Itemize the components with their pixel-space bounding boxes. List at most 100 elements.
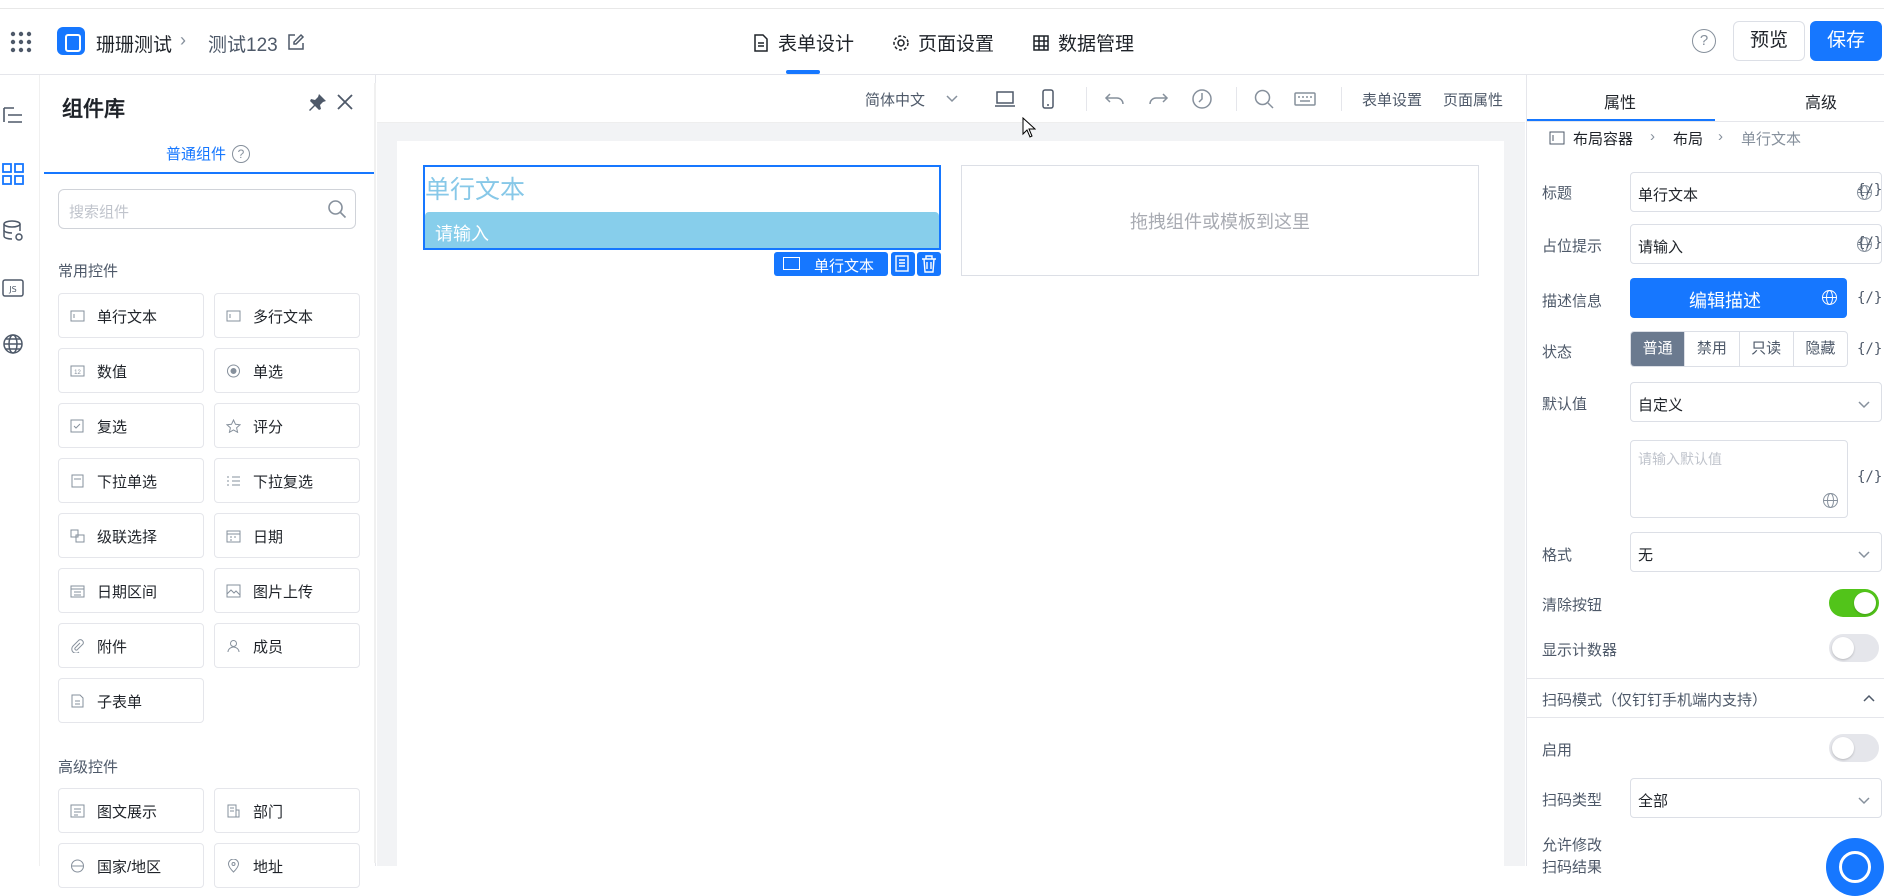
text-field-icon bbox=[70, 310, 85, 322]
app-header: 珊珊测试 › 测试123 表单设计 页面设置 数据管理 ? 预览 保存 bbox=[0, 9, 1884, 75]
chevron-down-icon bbox=[1858, 401, 1870, 409]
tab-properties[interactable]: 属性 bbox=[1604, 89, 1636, 113]
js-icon[interactable]: JS bbox=[2, 277, 28, 303]
component-search-input[interactable]: 搜索组件 bbox=[58, 189, 356, 229]
globe-icon[interactable] bbox=[2, 333, 28, 359]
globe-icon[interactable] bbox=[1822, 492, 1839, 509]
component-date-range[interactable]: 日期区间 bbox=[58, 568, 204, 613]
tab-data-management[interactable]: 数据管理 bbox=[1032, 29, 1134, 56]
preview-button[interactable]: 预览 bbox=[1733, 21, 1805, 61]
drop-zone[interactable]: 拖拽组件或模板到这里 bbox=[961, 165, 1479, 276]
clear-button-toggle[interactable] bbox=[1829, 589, 1879, 617]
component-attachment[interactable]: 附件 bbox=[58, 623, 204, 668]
component-department[interactable]: 部门 bbox=[214, 788, 360, 833]
allow-edit-label-line1: 允许修改 bbox=[1542, 837, 1603, 854]
breadcrumb-layout-container[interactable]: 布局容器 bbox=[1573, 128, 1633, 149]
globe-icon[interactable] bbox=[1821, 289, 1838, 306]
edit-icon[interactable] bbox=[287, 33, 305, 51]
breadcrumb-current: 单行文本 bbox=[1741, 131, 1802, 148]
fx-binding-button[interactable]: {/} bbox=[1857, 341, 1882, 357]
component-label: 下拉单选 bbox=[97, 474, 158, 491]
app-grid-icon[interactable] bbox=[10, 31, 32, 53]
chevron-right-icon: › bbox=[180, 30, 186, 50]
mobile-icon[interactable] bbox=[1037, 88, 1059, 110]
state-normal[interactable]: 普通 bbox=[1631, 332, 1686, 366]
component-radio[interactable]: 单选 bbox=[214, 348, 360, 393]
undo-icon[interactable] bbox=[1104, 88, 1126, 110]
edit-description-button[interactable]: 编辑描述 bbox=[1630, 278, 1847, 318]
calendar-range-icon bbox=[70, 585, 85, 598]
language-select[interactable]: 简体中文 bbox=[865, 89, 925, 110]
components-icon[interactable] bbox=[2, 163, 28, 189]
title-input[interactable]: 单行文本 bbox=[1630, 172, 1882, 212]
format-select[interactable]: 无 bbox=[1630, 532, 1882, 572]
state-readonly[interactable]: 只读 bbox=[1740, 332, 1794, 366]
state-hidden[interactable]: 隐藏 bbox=[1794, 332, 1847, 366]
tab-form-design[interactable]: 表单设计 bbox=[752, 29, 854, 56]
selected-field-single-line-text[interactable]: 单行文本 请输入 bbox=[423, 165, 941, 250]
component-date[interactable]: 日期 bbox=[214, 513, 360, 558]
tab-basic-components[interactable]: 普通组件 ? bbox=[166, 143, 251, 164]
form-settings-link[interactable]: 表单设置 bbox=[1362, 89, 1422, 110]
default-value-textarea[interactable]: 请输入默认值 bbox=[1630, 440, 1848, 518]
drop-hint: 拖拽组件或模板到这里 bbox=[1130, 212, 1310, 232]
search-icon[interactable] bbox=[1253, 88, 1275, 110]
fx-binding-button[interactable]: {/} bbox=[1857, 235, 1882, 251]
outline-icon[interactable] bbox=[2, 105, 28, 131]
breadcrumb-layout[interactable]: 布局 bbox=[1673, 128, 1703, 149]
pin-icon[interactable] bbox=[307, 93, 327, 113]
library-scrollbar[interactable] bbox=[374, 83, 376, 863]
component-label: 附件 bbox=[97, 639, 128, 656]
counter-toggle[interactable] bbox=[1829, 634, 1879, 662]
chevron-down-icon[interactable] bbox=[945, 91, 959, 105]
component-member[interactable]: 成员 bbox=[214, 623, 360, 668]
scan-mode-section-header[interactable]: 扫码模式（仅钉钉手机端内支持） bbox=[1527, 678, 1884, 718]
field-title[interactable]: 单行文本 bbox=[425, 170, 525, 206]
close-icon[interactable] bbox=[336, 93, 354, 111]
help-icon[interactable]: ? bbox=[232, 144, 251, 163]
app-name[interactable]: 珊珊测试 bbox=[96, 30, 172, 57]
tab-page-settings[interactable]: 页面设置 bbox=[892, 29, 994, 56]
component-select[interactable]: 下拉单选 bbox=[58, 458, 204, 503]
chevron-right-icon: › bbox=[1650, 128, 1655, 145]
component-subform[interactable]: 子表单 bbox=[58, 678, 204, 723]
scan-enable-toggle[interactable] bbox=[1829, 734, 1879, 762]
star-icon bbox=[226, 419, 241, 433]
window-top-strip bbox=[0, 0, 1884, 9]
history-icon[interactable] bbox=[1191, 88, 1213, 110]
datasource-icon[interactable] bbox=[2, 220, 28, 246]
desktop-icon[interactable] bbox=[994, 88, 1016, 110]
field-input[interactable]: 请输入 bbox=[425, 212, 939, 248]
search-placeholder: 搜索组件 bbox=[69, 204, 130, 221]
title-value: 单行文本 bbox=[1638, 187, 1699, 204]
tab-advanced[interactable]: 高级 bbox=[1805, 89, 1837, 113]
component-multi-select[interactable]: 下拉复选 bbox=[214, 458, 360, 503]
page-properties-link[interactable]: 页面属性 bbox=[1443, 89, 1503, 110]
redo-icon[interactable] bbox=[1147, 88, 1169, 110]
default-mode-select[interactable]: 自定义 bbox=[1630, 382, 1882, 422]
component-rating[interactable]: 评分 bbox=[214, 403, 360, 448]
field-type-tag[interactable]: 单行文本 bbox=[774, 252, 888, 276]
scan-type-select[interactable]: 全部 bbox=[1630, 778, 1882, 818]
default-value-placeholder: 请输入默认值 bbox=[1638, 451, 1722, 467]
component-image-upload[interactable]: 图片上传 bbox=[214, 568, 360, 613]
component-label: 评分 bbox=[253, 419, 284, 436]
fx-binding-button[interactable]: {/} bbox=[1857, 290, 1882, 306]
copy-field-button[interactable] bbox=[891, 252, 915, 276]
assistant-float-button[interactable] bbox=[1826, 838, 1884, 896]
help-icon[interactable]: ? bbox=[1692, 29, 1716, 53]
placeholder-input[interactable]: 请输入 bbox=[1630, 224, 1882, 264]
component-checkbox[interactable]: 复选 bbox=[58, 403, 204, 448]
component-single-line-text[interactable]: 单行文本 bbox=[58, 293, 204, 338]
component-rich-display[interactable]: 图文展示 bbox=[58, 788, 204, 833]
fx-binding-button[interactable]: {/} bbox=[1857, 469, 1882, 485]
state-disabled[interactable]: 禁用 bbox=[1685, 332, 1740, 366]
component-multi-line-text[interactable]: 多行文本 bbox=[214, 293, 360, 338]
component-cascade[interactable]: 级联选择 bbox=[58, 513, 204, 558]
page-name[interactable]: 测试123 bbox=[208, 30, 278, 57]
delete-field-button[interactable] bbox=[917, 252, 941, 276]
fx-binding-button[interactable]: {/} bbox=[1857, 182, 1882, 198]
save-button[interactable]: 保存 bbox=[1810, 21, 1882, 61]
component-number[interactable]: 12 数值 bbox=[58, 348, 204, 393]
keyboard-icon[interactable] bbox=[1294, 88, 1316, 110]
